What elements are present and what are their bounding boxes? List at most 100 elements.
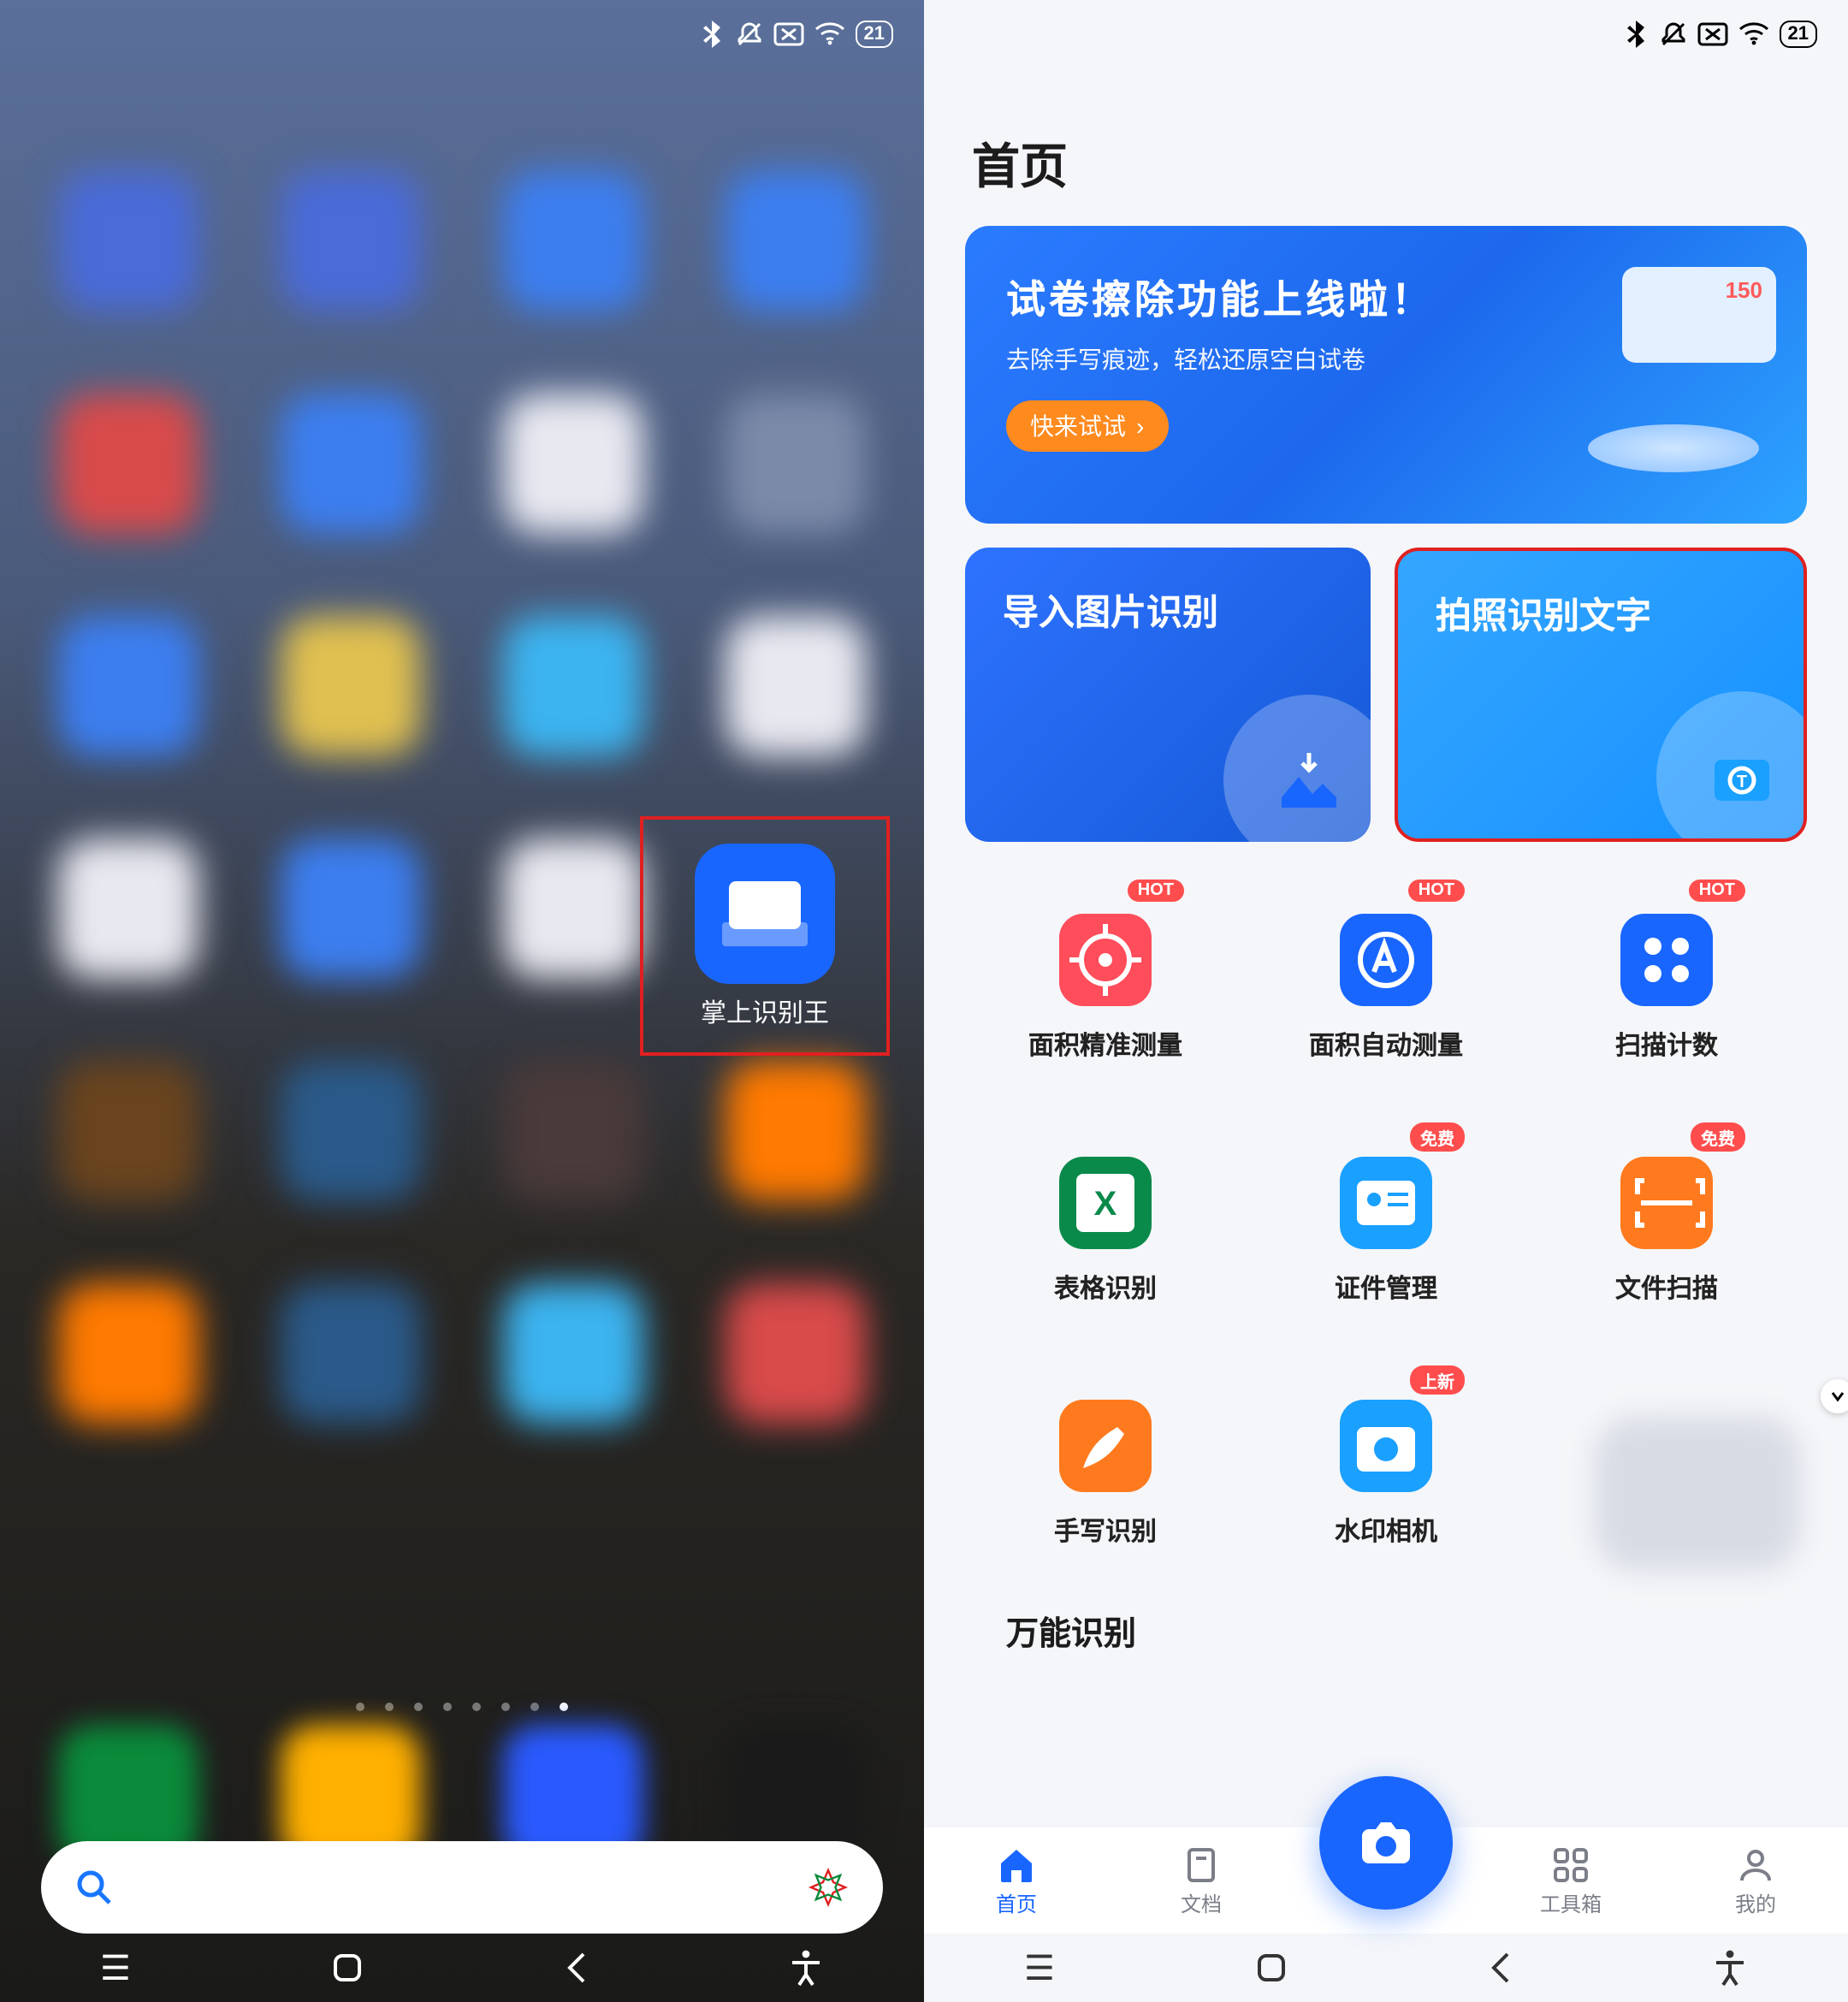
page-dot[interactable] <box>356 1703 364 1711</box>
blurred-app-icon[interactable] <box>58 1061 198 1201</box>
blurred-app-icon[interactable] <box>58 616 198 756</box>
idcard-icon <box>1340 1156 1432 1248</box>
import-icon <box>1223 695 1371 842</box>
android-nav-right[interactable]: ☰ <box>924 1934 1848 2002</box>
nav-home-icon[interactable] <box>331 1951 365 1985</box>
tab-label: 首页 <box>996 1888 1037 1917</box>
blurred-app-icon[interactable] <box>281 616 421 756</box>
tool-camera[interactable]: 上新水印相机 <box>1246 1352 1526 1595</box>
tool-badge: HOT <box>1408 880 1465 902</box>
page-dot[interactable] <box>414 1703 423 1711</box>
blurred-app-icon[interactable] <box>726 616 866 756</box>
camera-icon: T <box>1656 691 1807 842</box>
import-image-card[interactable]: 导入图片识别 <box>965 548 1371 842</box>
blurred-app-icon[interactable] <box>726 394 866 534</box>
blurred-app-icon[interactable] <box>58 838 198 979</box>
blurred-app-icon[interactable] <box>503 838 643 979</box>
android-nav-left[interactable]: ☰ <box>0 1934 924 2002</box>
nav-home-icon[interactable] <box>1255 1951 1289 1985</box>
tool-grid: HOT面积精准测量HOT面积自动测量HOT扫描计数X表格识别免费证件管理免费文件… <box>924 866 1848 1913</box>
tool-badge: 上新 <box>1410 1365 1465 1395</box>
blurred-app-icon[interactable] <box>503 394 643 534</box>
blurred-app-icon[interactable] <box>281 394 421 534</box>
tool-scan[interactable]: 免费文件扫描 <box>1526 1109 1807 1352</box>
tool-label: 水印相机 <box>1335 1512 1437 1548</box>
tool-idcard[interactable]: 免费证件管理 <box>1246 1109 1526 1352</box>
blurred-app-icon[interactable] <box>58 394 198 534</box>
battery-level: 21 <box>1788 24 1810 44</box>
nav-back-icon[interactable] <box>566 1951 589 1985</box>
tab-doc[interactable]: 文档 <box>1109 1844 1294 1917</box>
page-dots[interactable] <box>0 1703 924 1711</box>
no-sim-icon <box>1697 22 1728 46</box>
camera-ocr-card[interactable]: 拍照识别文字 T <box>1395 548 1807 842</box>
home-screen: 21 掌上识别王 ☰ <box>0 0 924 2002</box>
tool-label: 证件管理 <box>1335 1269 1437 1305</box>
blurred-app-icon[interactable] <box>58 1283 198 1424</box>
blurred-app-icon[interactable] <box>503 1061 643 1201</box>
tool-excel[interactable]: X表格识别 <box>965 1109 1246 1352</box>
page-dot[interactable] <box>472 1703 481 1711</box>
tool-label: 手写识别 <box>1054 1512 1157 1548</box>
page-title: 首页 <box>972 130 1068 198</box>
tool-target[interactable]: HOT面积精准测量 <box>965 866 1246 1109</box>
collapse-arrow[interactable] <box>1821 1379 1848 1413</box>
target-icon <box>1059 913 1152 1005</box>
wifi-icon <box>1738 22 1769 46</box>
blurred-app-icon[interactable] <box>726 1061 866 1201</box>
battery-indicator: 21 <box>856 21 894 48</box>
promo-banner[interactable]: 试卷擦除功能上线啦！ 去除手写痕迹，轻松还原空白试卷 快来试试 › <box>965 226 1807 524</box>
doc-icon <box>1181 1844 1222 1885</box>
banner-cta-label: 快来试试 <box>1030 409 1126 443</box>
tab-toolbox[interactable]: 工具箱 <box>1478 1844 1663 1917</box>
camera-fab[interactable] <box>1319 1776 1453 1910</box>
highlighted-app-label: 掌上识别王 <box>701 993 829 1029</box>
page-dot[interactable] <box>385 1703 394 1711</box>
dots-icon <box>1620 913 1713 1005</box>
primary-actions-row: 导入图片识别 拍照识别文字 T <box>965 548 1807 842</box>
assistant-icon <box>808 1867 849 1908</box>
banner-cta-button[interactable]: 快来试试 › <box>1006 400 1168 452</box>
tool-write[interactable]: 手写识别 <box>965 1352 1246 1595</box>
camera-icon <box>1340 1399 1432 1491</box>
wifi-icon <box>814 22 845 46</box>
mute-icon <box>1660 21 1687 48</box>
accessibility-icon[interactable] <box>790 1949 824 1987</box>
tool-label: 面积精准测量 <box>1028 1026 1182 1062</box>
highlighted-app[interactable]: 掌上识别王 <box>640 816 890 1056</box>
toolbox-icon <box>1550 1844 1591 1885</box>
blurred-app-icon[interactable] <box>503 1283 643 1424</box>
excel-icon: X <box>1059 1156 1152 1248</box>
blurred-app-icon[interactable] <box>503 616 643 756</box>
no-sim-icon <box>773 22 804 46</box>
app-grid[interactable] <box>41 171 883 1424</box>
blurred-app-icon[interactable] <box>503 171 643 311</box>
blurred-app-icon[interactable] <box>58 171 198 311</box>
camera-ocr-label: 拍照识别文字 <box>1436 589 1766 640</box>
tool-dots[interactable]: HOT扫描计数 <box>1526 866 1807 1109</box>
accessibility-icon[interactable] <box>1714 1949 1748 1987</box>
page-dot[interactable] <box>501 1703 510 1711</box>
page-dot[interactable] <box>560 1703 568 1711</box>
blurred-app-icon[interactable] <box>281 1283 421 1424</box>
write-icon <box>1059 1399 1152 1491</box>
blurred-app-icon[interactable] <box>281 1061 421 1201</box>
nav-recent-icon[interactable]: ☰ <box>1024 1946 1055 1989</box>
nav-back-icon[interactable] <box>1490 1951 1513 1985</box>
blurred-app-icon[interactable] <box>281 838 421 979</box>
nav-recent-icon[interactable]: ☰ <box>100 1946 131 1989</box>
tab-profile[interactable]: 我的 <box>1663 1844 1848 1917</box>
profile-icon <box>1735 1844 1776 1885</box>
blurred-app-icon[interactable] <box>726 1283 866 1424</box>
section-universal-title: 万能识别 <box>1006 1608 1136 1655</box>
tab-home[interactable]: 首页 <box>924 1844 1109 1917</box>
blurred-app-icon[interactable] <box>281 171 421 311</box>
tool-auto[interactable]: HOT面积自动测量 <box>1246 866 1526 1109</box>
battery-indicator: 21 <box>1780 21 1818 48</box>
highlighted-app-icon <box>695 843 835 983</box>
page-dot[interactable] <box>443 1703 452 1711</box>
page-dot[interactable] <box>530 1703 539 1711</box>
search-bar[interactable] <box>41 1841 883 1934</box>
blurred-app-icon[interactable] <box>726 171 866 311</box>
chevron-right-icon: › <box>1136 412 1144 440</box>
